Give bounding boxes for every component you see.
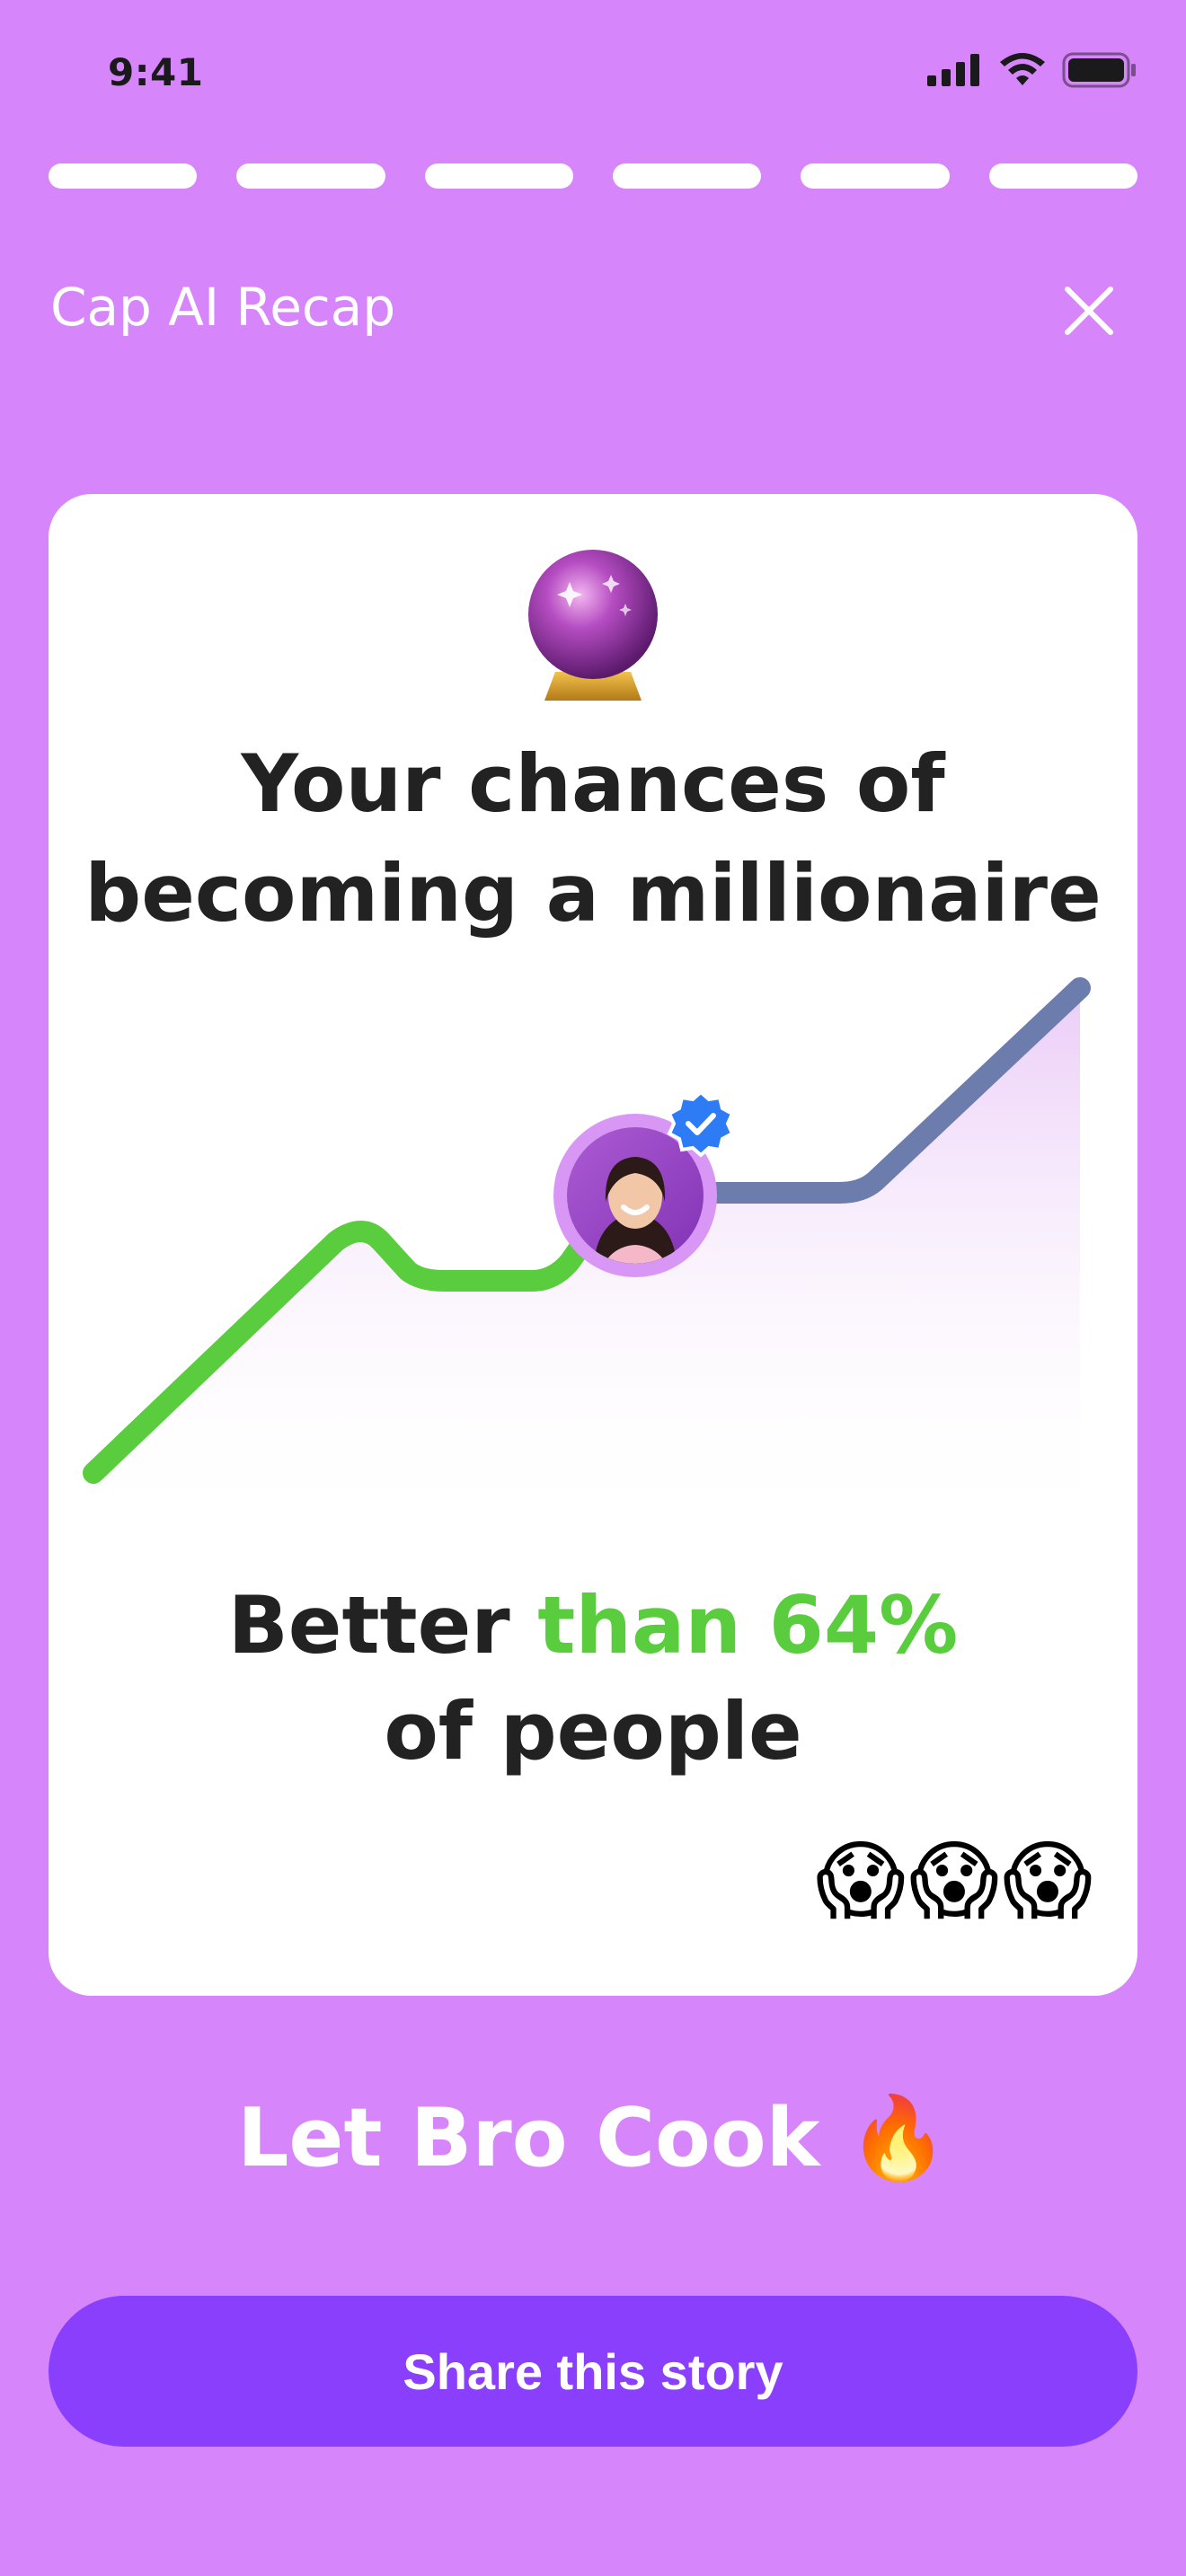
recap-card: Your chances of becoming a millionaire B… xyxy=(49,494,1137,1996)
close-button[interactable] xyxy=(1057,278,1121,343)
status-bar: 9:41 xyxy=(0,0,1186,144)
story-progress-segment xyxy=(801,163,950,189)
header-title: Cap AI Recap xyxy=(50,277,396,338)
result-prefix: Better xyxy=(227,1579,538,1672)
story-progress-segment xyxy=(612,163,762,189)
result-line-2: of people xyxy=(384,1685,802,1778)
share-story-label: Share this story xyxy=(403,2342,783,2400)
screaming-face-icon: 😱 xyxy=(815,1831,906,1931)
story-progress-bar xyxy=(49,163,1137,190)
card-title: Your chances of becoming a millionaire xyxy=(49,729,1137,948)
story-progress-segment xyxy=(988,163,1137,189)
tagline-text: Let Bro Cook xyxy=(237,2091,820,2185)
wifi-icon xyxy=(1000,53,1045,85)
reaction-emojis: 😱 😱 😱 xyxy=(816,1838,1093,1924)
share-story-button[interactable]: Share this story xyxy=(49,2296,1137,2447)
card-title-line-2: becoming a millionaire xyxy=(84,847,1102,940)
fire-icon: 🔥 xyxy=(847,2091,949,2185)
result-percentage: than 64% xyxy=(537,1579,959,1672)
cellular-signal-icon xyxy=(927,54,979,86)
status-time: 9:41 xyxy=(108,50,204,94)
story-progress-segment xyxy=(424,163,573,189)
crystal-ball-icon xyxy=(528,550,658,701)
story-progress-segment xyxy=(49,163,198,189)
verified-badge-icon xyxy=(667,1090,735,1158)
result-line-1: Better than 64% xyxy=(49,1579,1137,1672)
screaming-face-icon: 😱 xyxy=(1002,1831,1093,1931)
status-icons xyxy=(927,52,1137,88)
card-title-line-1: Your chances of xyxy=(241,737,945,830)
battery-icon xyxy=(1062,52,1136,88)
story-progress-segment xyxy=(236,163,385,189)
tagline: Let Bro Cook 🔥 xyxy=(0,2091,1186,2185)
close-icon xyxy=(1065,287,1113,335)
screaming-face-icon: 😱 xyxy=(908,1831,999,1931)
